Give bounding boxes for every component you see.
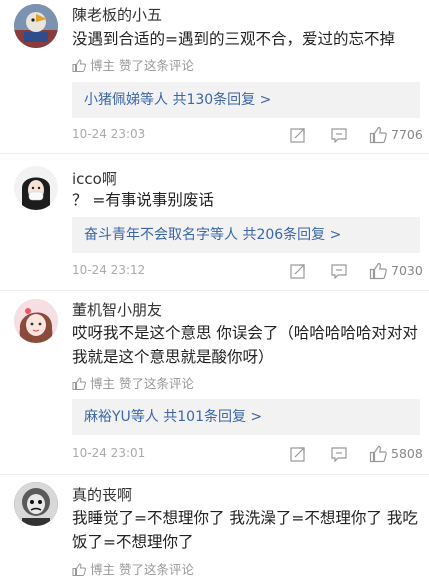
like-count: 7706 (391, 127, 423, 142)
comment-text: 我睡觉了=不想理你了 我洗澡了=不想理你了 我吃饭了=不想理你了 (72, 509, 418, 551)
like-count: 5808 (391, 446, 423, 461)
comment-item: icco啊 ？ =有事说事别废话 奋斗青年不会取名字等人 共206条回复 > 1… (0, 160, 429, 290)
liked-by: 博主 (90, 58, 116, 73)
comment-text: 哎呀我不是这个意思 你误会了（哈哈哈哈哈对对对我就是这个意思就是酸你呀） (72, 324, 418, 366)
reply-count[interactable]: 等人 共206条回复 > (210, 227, 341, 243)
username[interactable]: icco啊 (72, 168, 117, 189)
author-liked-note: 博主 赞了这条评论 (72, 373, 194, 392)
reply-count[interactable]: 等人 共130条回复 > (140, 92, 271, 108)
like-icon[interactable] (369, 126, 387, 144)
reply-user[interactable]: 麻裕YU (84, 409, 131, 425)
share-icon[interactable] (289, 262, 307, 280)
username[interactable]: 真的丧啊 (72, 484, 132, 505)
username[interactable]: 陳老板的小五 (72, 4, 162, 25)
thumb-up-icon (72, 563, 86, 576)
divider (0, 474, 429, 475)
author-liked-note: 博主 赞了这条评论 (72, 559, 194, 578)
liked-suffix: 赞了这条评论 (119, 562, 195, 577)
comment-text: 没遇到合适的=遇到的三观不合，爱过的忘不掉 (72, 30, 395, 48)
like-icon[interactable] (369, 262, 387, 280)
avatar[interactable] (14, 4, 58, 48)
reply-user[interactable]: 奋斗青年不会取名字 (84, 227, 210, 243)
reply-summary[interactable]: 麻裕YU等人 共101条回复 > (72, 399, 420, 435)
username[interactable]: 董机智小朋友 (72, 299, 162, 320)
liked-by: 博主 (90, 562, 116, 577)
divider (0, 153, 429, 154)
comment-icon[interactable] (330, 445, 348, 463)
comment-item: 董机智小朋友 哎呀我不是这个意思 你误会了（哈哈哈哈哈对对对我就是这个意思就是酸… (0, 293, 429, 471)
avatar[interactable] (14, 482, 58, 526)
share-icon[interactable] (289, 126, 307, 144)
reply-summary[interactable]: 奋斗青年不会取名字等人 共206条回复 > (72, 217, 420, 253)
reply-summary[interactable]: 小猪佩娣等人 共130条回复 > (72, 82, 420, 118)
share-icon[interactable] (289, 445, 307, 463)
comment-icon[interactable] (330, 126, 348, 144)
liked-suffix: 赞了这条评论 (119, 58, 195, 73)
timestamp: 10-24 23:12 (72, 263, 146, 277)
comment-icon[interactable] (330, 262, 348, 280)
thumb-up-icon (72, 59, 86, 72)
avatar[interactable] (14, 166, 58, 210)
reply-user[interactable]: 小猪佩娣 (84, 92, 140, 108)
comment-item: 陳老板的小五 没遇到合适的=遇到的三观不合，爱过的忘不掉 博主 赞了这条评论 小猪… (0, 0, 429, 160)
reply-count[interactable]: 等人 共101条回复 > (131, 409, 262, 425)
avatar[interactable] (14, 299, 58, 343)
liked-by: 博主 (90, 376, 116, 391)
timestamp: 10-24 23:03 (72, 127, 146, 141)
liked-suffix: 赞了这条评论 (119, 376, 195, 391)
timestamp: 10-24 23:01 (72, 446, 146, 460)
comment-item: 真的丧啊 我睡觉了=不想理你了 我洗澡了=不想理你了 我吃饭了=不想理你了 博主… (0, 476, 429, 584)
like-icon[interactable] (369, 445, 387, 463)
comment-text: ？ =有事说事别废话 (72, 191, 214, 209)
author-liked-note: 博主 赞了这条评论 (72, 55, 194, 74)
thumb-up-icon (72, 377, 86, 390)
like-count: 7030 (391, 263, 423, 278)
divider (0, 290, 429, 291)
